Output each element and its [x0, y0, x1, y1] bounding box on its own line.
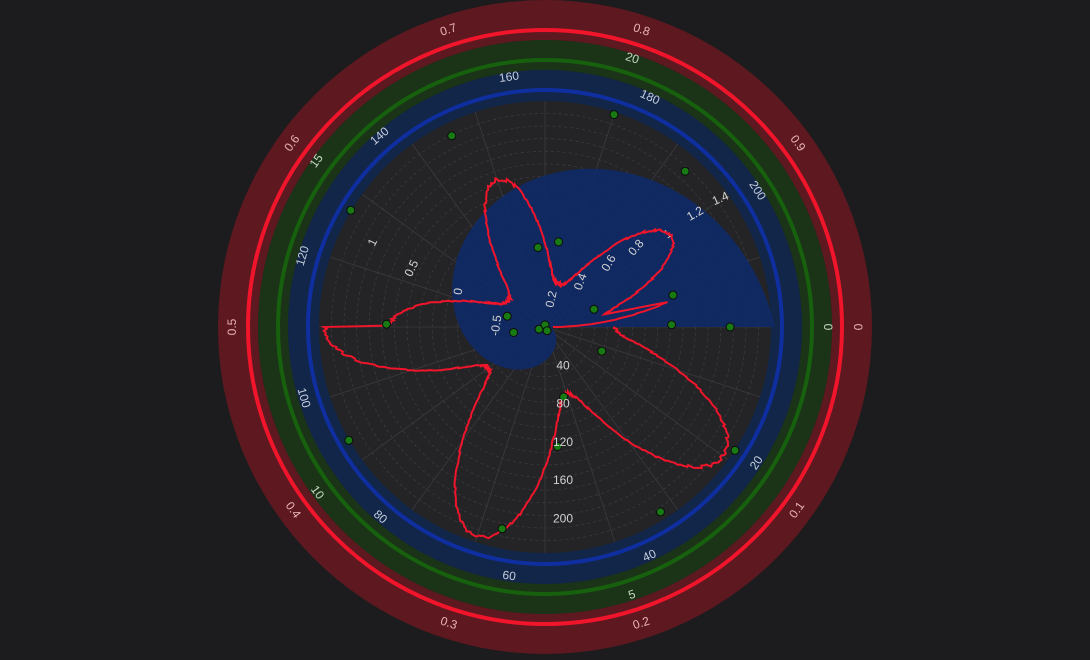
scatter-point: [533, 243, 543, 252]
radial-tick-label: 80: [556, 397, 570, 411]
scatter-point: [725, 322, 735, 332]
middle-axis-tick-label: 0: [821, 324, 835, 331]
radial-tick-label: 160: [553, 473, 573, 487]
radial-tick-label: 40: [556, 358, 570, 372]
polar-chart: -0.5 0 0.2 0.4 0.6 0.8 1 1.2 1.4 0.5 1 40 80 120 160 20…: [0, 0, 1090, 655]
scatter-point: [554, 237, 563, 247]
radial-tick-label: 200: [553, 511, 573, 525]
scatter-point: [382, 319, 391, 329]
scatter-point: [609, 110, 619, 120]
scatter-point: [668, 290, 678, 300]
scatter-point: [346, 205, 356, 215]
scatter-point: [509, 328, 519, 337]
radial-tick-label: 120: [553, 435, 573, 449]
inner-axis-tick-label: 160: [498, 68, 520, 85]
scatter-point: [344, 435, 354, 445]
scatter-point: [680, 166, 690, 176]
scatter-point: [497, 524, 507, 534]
scatter-point: [667, 320, 677, 330]
scatter-point: [542, 326, 552, 336]
scatter-point: [730, 445, 740, 455]
scatter-point: [597, 346, 607, 356]
outer-axis-tick-label: 0: [851, 324, 865, 331]
scatter-point: [589, 304, 599, 314]
inner-axis-tick-label: 60: [502, 568, 518, 584]
outer-axis-tick-label: 0.5: [225, 318, 239, 335]
polar-chart-svg: -0.50 0.20.40.60.811.21.40.51408012016020…: [218, 0, 872, 654]
scatter-point: [502, 311, 512, 321]
scatter-point: [656, 507, 665, 517]
scatter-point: [447, 131, 457, 141]
spiral-tick-label: -0.5: [488, 314, 505, 337]
